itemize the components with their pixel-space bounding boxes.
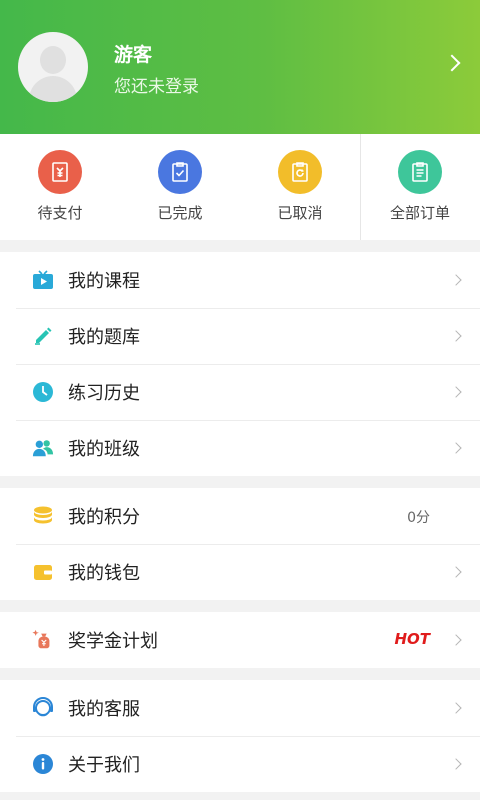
order-pending-payment[interactable]: 待支付	[0, 134, 120, 240]
menu-label: 我的题库	[68, 327, 140, 348]
menu-practice-history[interactable]: 练习历史	[0, 364, 480, 420]
history-clock-icon	[32, 381, 54, 403]
menu-label: 我的课程	[68, 271, 140, 292]
order-label: 待支付	[37, 204, 83, 222]
avatar[interactable]	[18, 32, 88, 102]
menu-question-bank[interactable]: 我的题库	[0, 308, 480, 364]
menu-my-wallet[interactable]: 我的钱包	[0, 544, 480, 600]
menu-my-courses[interactable]: 我的课程	[0, 252, 480, 308]
menu-label: 我的钱包	[68, 563, 140, 584]
question-bank-pencil-icon	[32, 325, 54, 347]
order-label: 已取消	[277, 204, 323, 222]
scholarship-icon	[32, 629, 54, 651]
menu-scholarship-plan[interactable]: 奖学金计划 HOT	[0, 612, 480, 668]
info-icon	[32, 753, 54, 775]
profile-header[interactable]: 游客 您还未登录	[0, 0, 480, 134]
wallet-icon	[32, 561, 54, 583]
avatar-head-shape	[40, 46, 66, 74]
points-coins-icon	[32, 505, 54, 527]
class-users-icon	[32, 437, 54, 459]
order-completed[interactable]: 已完成	[120, 134, 240, 240]
course-tv-icon	[32, 269, 54, 291]
menu-group-assets: 我的积分 0分 我的钱包	[0, 488, 480, 600]
order-cancelled[interactable]: 已取消	[240, 134, 360, 240]
menu-about-us[interactable]: 关于我们	[0, 736, 480, 792]
completed-icon	[158, 150, 202, 194]
menu-group-learning: 我的课程 我的题库 练习历史 我的班级	[0, 252, 480, 476]
menu-label: 关于我们	[68, 755, 140, 776]
order-all[interactable]: 全部订单	[360, 134, 480, 240]
menu-label: 练习历史	[68, 383, 140, 404]
menu-label: 我的班级	[68, 439, 140, 460]
menu-group-support: 我的客服 关于我们	[0, 680, 480, 792]
cancelled-icon	[278, 150, 322, 194]
order-label: 已完成	[157, 204, 203, 222]
chevron-right-icon	[450, 274, 462, 286]
customer-service-icon	[32, 697, 54, 719]
all-orders-icon	[398, 150, 442, 194]
chevron-right-icon	[450, 330, 462, 342]
order-label: 全部订单	[389, 204, 450, 222]
chevron-right-icon	[450, 634, 462, 646]
menu-label: 我的积分	[68, 507, 140, 528]
chevron-right-icon	[450, 386, 462, 398]
order-shortcuts: 待支付 已完成 已取消 全部订单	[0, 134, 480, 240]
menu-group-scholarship: 奖学金计划 HOT	[0, 612, 480, 668]
user-name: 游客	[114, 44, 153, 66]
menu-customer-service[interactable]: 我的客服	[0, 680, 480, 736]
menu-label: 奖学金计划	[68, 631, 158, 652]
hot-badge: HOT	[394, 630, 430, 648]
chevron-right-icon	[450, 442, 462, 454]
chevron-right-icon	[450, 758, 462, 770]
menu-my-class[interactable]: 我的班级	[0, 420, 480, 476]
login-status: 您还未登录	[114, 77, 199, 97]
avatar-body-shape	[29, 76, 77, 102]
pending-payment-icon	[38, 150, 82, 194]
points-value: 0分	[407, 510, 430, 526]
menu-label: 我的客服	[68, 699, 140, 720]
chevron-right-icon	[450, 566, 462, 578]
chevron-right-icon	[450, 702, 462, 714]
chevron-right-icon[interactable]	[443, 54, 461, 72]
menu-my-points[interactable]: 我的积分 0分	[0, 488, 480, 544]
